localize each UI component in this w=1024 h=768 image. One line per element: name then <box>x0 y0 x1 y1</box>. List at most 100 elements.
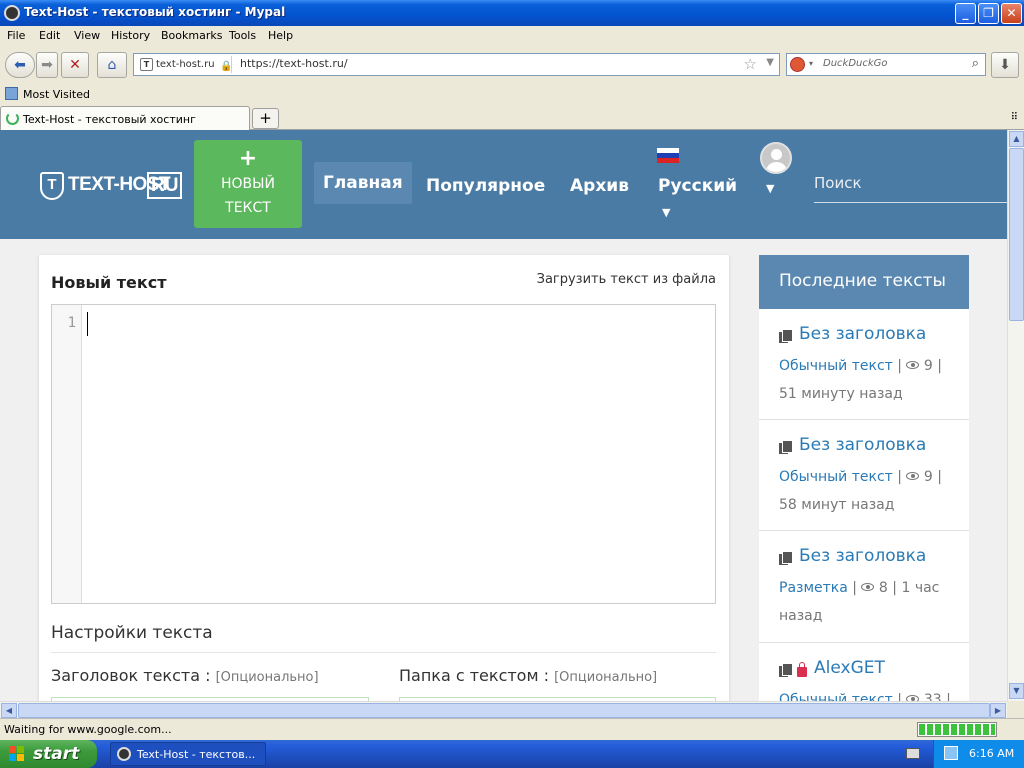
horizontal-scroll-thumb[interactable] <box>18 703 990 718</box>
taskbar-item-label: Text-Host - текстов... <box>137 748 256 761</box>
nav-popular[interactable]: Популярное <box>426 176 545 196</box>
sidebar-heading: Последние тексты <box>759 255 969 309</box>
menu-bookmarks[interactable]: Bookmarks <box>161 29 222 42</box>
nav-home[interactable]: Главная <box>314 162 412 204</box>
folder-field-optional: [Опционально] <box>554 670 658 685</box>
folder-field-label-text: Папка с текстом : <box>399 666 550 685</box>
duckduckgo-icon[interactable] <box>790 57 805 72</box>
recent-text-category[interactable]: Разметка <box>779 580 848 596</box>
url-dropdown-icon[interactable]: ▼ <box>766 57 774 68</box>
window-titlebar: Text-Host - текстовый хостинг - Mypal _ … <box>0 0 1024 26</box>
home-icon[interactable]: ⌂ <box>97 52 127 78</box>
scroll-left-icon[interactable]: ◀ <box>1 703 17 718</box>
minimize-button[interactable]: _ <box>955 3 976 24</box>
menu-tools[interactable]: Tools <box>229 29 256 42</box>
progress-fill <box>919 724 995 735</box>
settings-title: Настройки текста <box>51 623 213 643</box>
horizontal-scrollbar[interactable]: ◀ ▶ <box>0 701 1007 718</box>
new-text-button[interactable]: + НОВЫЙ ТЕКСТ <box>194 140 302 228</box>
recent-text-category[interactable]: Обычный текст <box>779 692 893 701</box>
recent-text-item: AlexGET Обычный текст | 33 | <box>759 643 969 701</box>
keyboard-icon[interactable] <box>906 748 920 759</box>
recent-text-title[interactable]: Без заголовка <box>799 546 926 566</box>
bookmark-most-visited[interactable]: Most Visited <box>23 88 90 101</box>
language-caret-icon[interactable]: ▼ <box>662 206 670 219</box>
logo-ru: RU <box>147 172 183 199</box>
logo-mark: T <box>40 172 64 200</box>
back-icon[interactable]: ⬅ <box>5 52 35 78</box>
new-text-label-line1: НОВЫЙ <box>221 176 275 192</box>
user-menu-caret-icon[interactable]: ▼ <box>766 182 774 195</box>
start-button[interactable]: start <box>0 740 97 768</box>
menu-file[interactable]: File <box>7 29 25 42</box>
recent-text-time: 51 минуту назад <box>779 386 903 402</box>
download-icon[interactable]: ⬇ <box>991 52 1019 78</box>
recent-text-title[interactable]: Без заголовка <box>799 324 926 344</box>
menu-edit[interactable]: Edit <box>39 29 60 42</box>
scroll-up-icon[interactable]: ▲ <box>1009 131 1024 147</box>
recent-text-item: Без заголовка Обычный текст | 9 | 51 мин… <box>759 309 969 420</box>
url-text[interactable]: https://text-host.ru/ <box>240 57 348 70</box>
scrollbar-corner <box>1007 701 1024 718</box>
url-bar[interactable]: T text-host.ru 🔒 https://text-host.ru/ ☆… <box>133 53 780 76</box>
document-icon <box>779 440 793 454</box>
recent-text-title[interactable]: AlexGET <box>814 658 885 678</box>
title-field-label: Заголовок текста : [Опционально] <box>51 666 319 685</box>
user-avatar[interactable] <box>760 142 792 174</box>
tab-list-icon[interactable]: ⠿ <box>1011 112 1018 123</box>
recent-text-item: Без заголовка Разметка | 8 | 1 час назад <box>759 531 969 643</box>
stop-icon[interactable]: ✕ <box>61 52 89 78</box>
scroll-down-icon[interactable]: ▼ <box>1009 683 1024 699</box>
recent-text-category[interactable]: Обычный текст <box>779 469 893 485</box>
recent-text-views: 9 <box>923 358 933 374</box>
panel-title: Новый текст <box>51 273 167 292</box>
site-identity[interactable]: T text-host.ru 🔒 <box>136 56 232 73</box>
network-icon[interactable] <box>944 746 958 760</box>
navigation-toolbar: ⬅ ➡ ✕ ⌂ T text-host.ru 🔒 https://text-ho… <box>0 46 1024 84</box>
taskbar-item-mypal[interactable]: Text-Host - текстов... <box>110 742 266 766</box>
scroll-right-icon[interactable]: ▶ <box>990 703 1006 718</box>
settings-divider <box>51 652 716 653</box>
vertical-scrollbar[interactable]: ▲ ▼ <box>1007 130 1024 701</box>
close-button[interactable]: ✕ <box>1001 3 1022 24</box>
mypal-app-icon <box>4 5 20 21</box>
maximize-button[interactable]: ❐ <box>978 3 999 24</box>
star-icon[interactable]: ☆ <box>744 55 757 73</box>
vertical-scroll-thumb[interactable] <box>1009 148 1024 321</box>
site-favicon-icon: T <box>140 58 153 71</box>
editor-gutter: 1 <box>52 305 82 603</box>
recent-text-meta: Обычный текст | 33 | <box>779 686 954 701</box>
avatar-head <box>771 149 782 160</box>
tab-text-host[interactable]: Text-Host - текстовый хостинг <box>0 106 250 130</box>
forward-icon[interactable]: ➡ <box>36 52 58 78</box>
russian-flag-icon <box>657 148 679 163</box>
plus-icon: + <box>238 146 258 171</box>
site-search-input[interactable]: Поиск <box>814 170 1007 203</box>
language-selector[interactable]: Русский <box>658 176 737 196</box>
new-tab-button[interactable]: + <box>252 108 279 129</box>
recent-text-title[interactable]: Без заголовка <box>799 435 926 455</box>
tab-label: Text-Host - текстовый хостинг <box>23 113 196 126</box>
text-editor[interactable]: 1 <box>51 304 716 604</box>
clock[interactable]: 6:16 AM <box>969 747 1014 760</box>
system-tray: 6:16 AM <box>933 740 1024 768</box>
recent-text-views: 8 <box>878 580 888 596</box>
lock-icon: 🔒 <box>220 61 233 72</box>
views-icon <box>906 472 920 480</box>
menu-bar: File Edit View History Bookmarks Tools H… <box>0 26 1024 46</box>
nav-archive[interactable]: Архив <box>570 176 629 196</box>
search-bar[interactable]: ▾ DuckDuckGo ⌕ <box>786 53 986 76</box>
lock-icon <box>797 662 807 677</box>
site-logo[interactable]: T TEXT-HOST RU <box>40 172 183 200</box>
search-icon[interactable]: ⌕ <box>972 56 979 71</box>
recent-text-category[interactable]: Обычный текст <box>779 358 893 374</box>
menu-help[interactable]: Help <box>268 29 293 42</box>
menu-view[interactable]: View <box>74 29 100 42</box>
upload-from-file-link[interactable]: Загрузить текст из файла <box>537 272 716 287</box>
views-icon <box>861 583 875 591</box>
document-icon <box>779 329 793 343</box>
loading-progress-bar <box>917 722 997 737</box>
menu-history[interactable]: History <box>111 29 150 42</box>
engine-dropdown-icon[interactable]: ▾ <box>809 59 813 68</box>
mypal-task-icon <box>117 747 131 761</box>
